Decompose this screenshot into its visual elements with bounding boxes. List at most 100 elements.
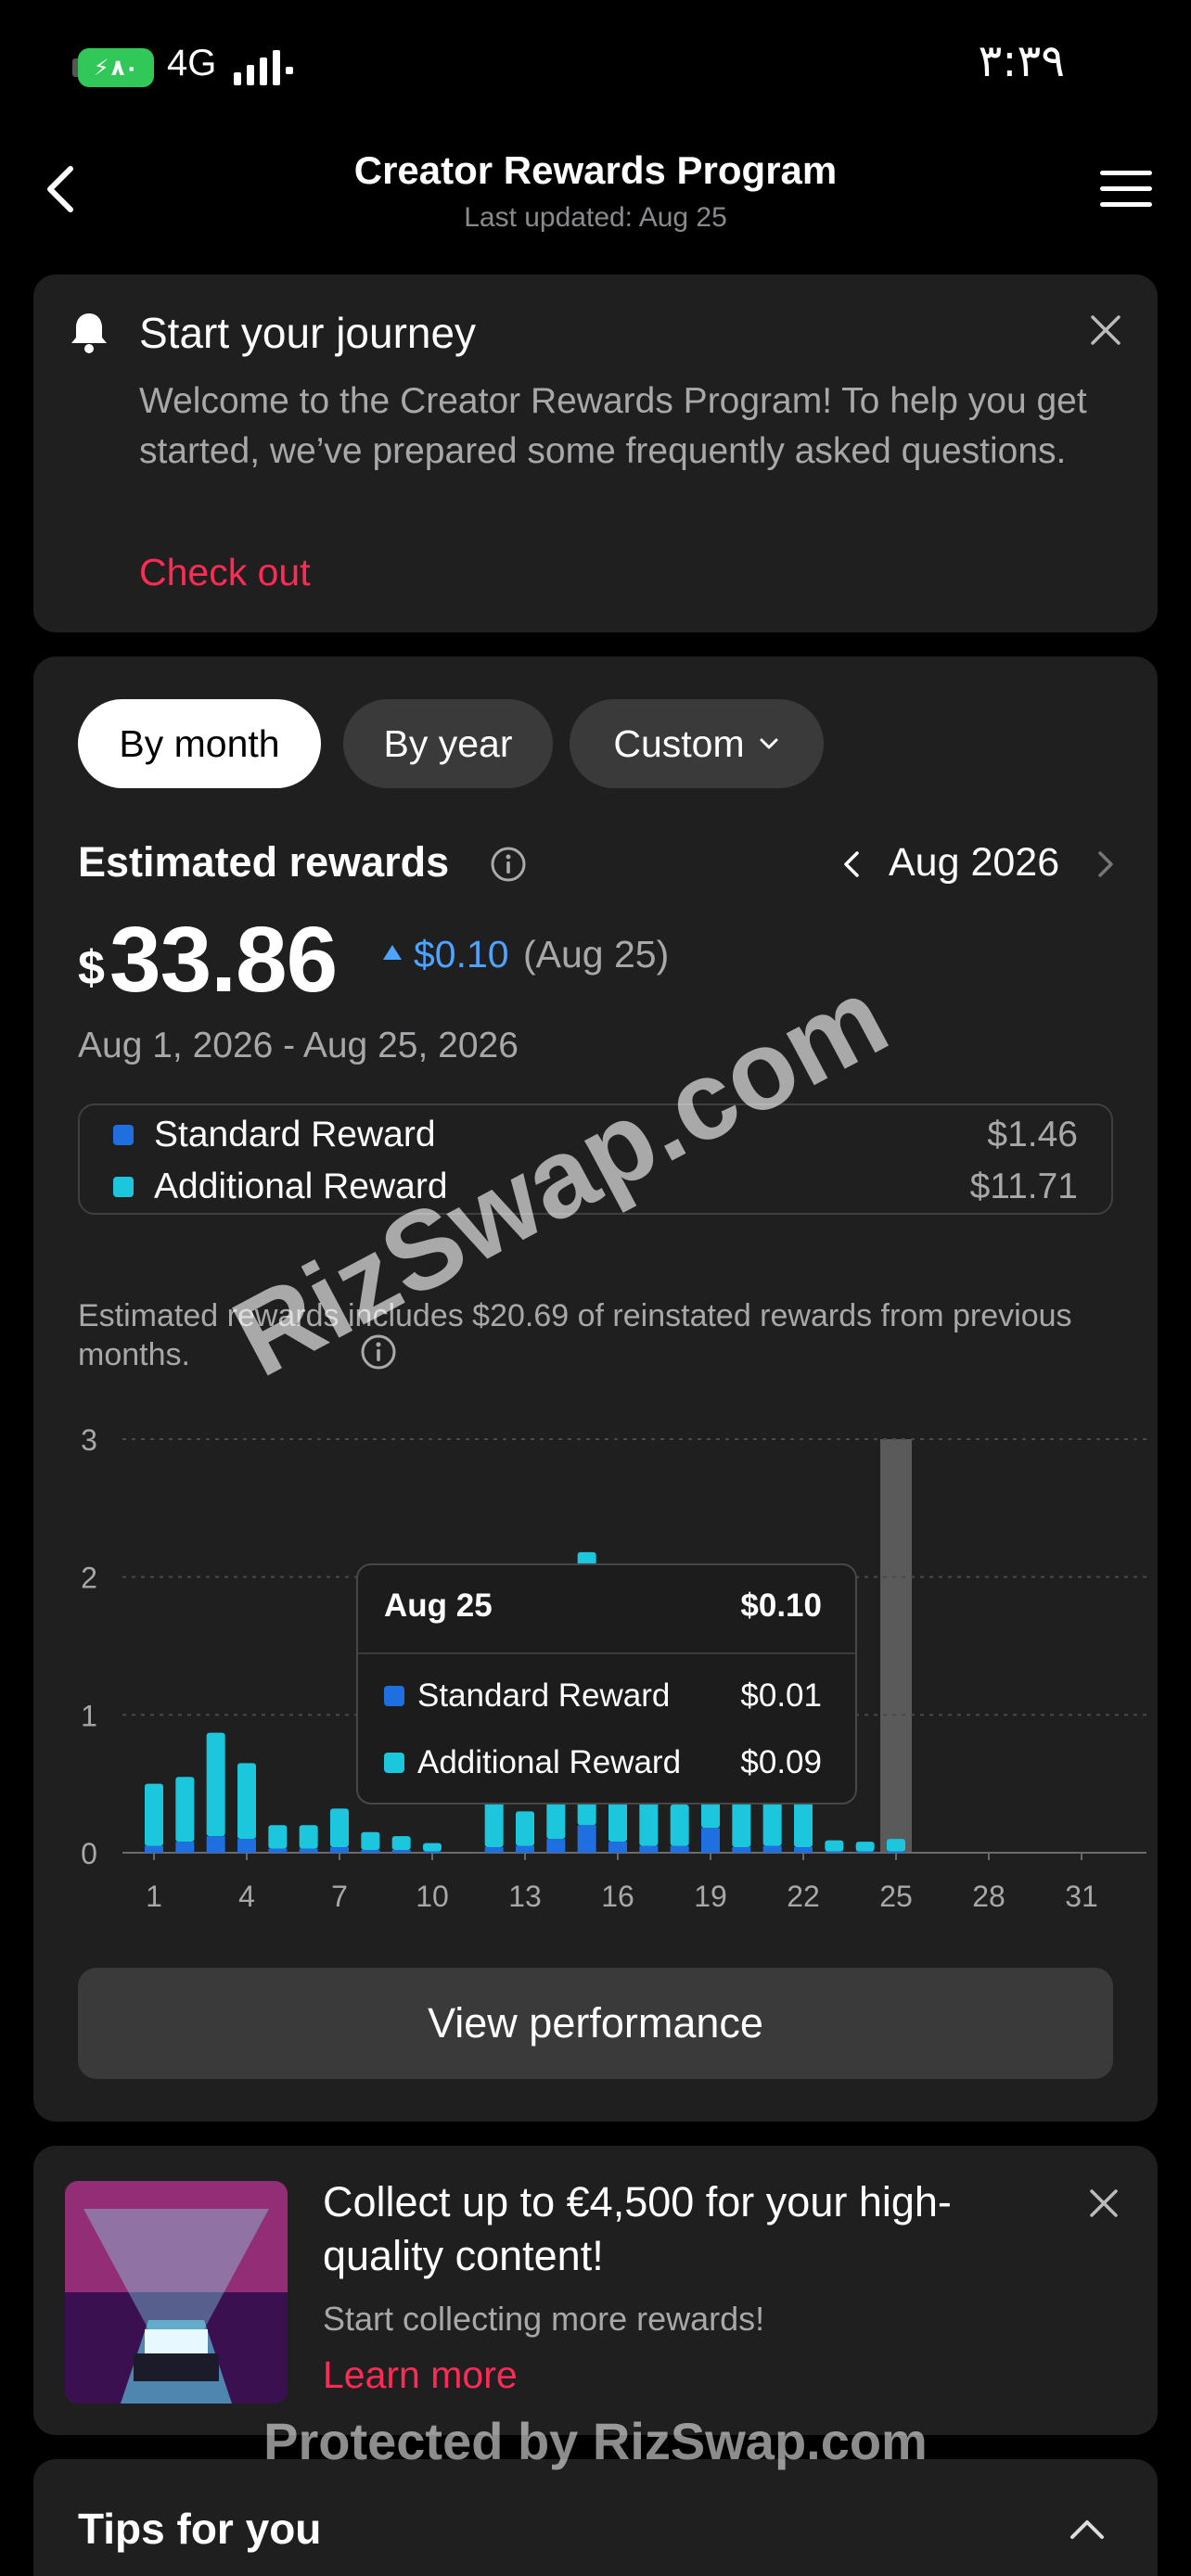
y-tick-label: 3 <box>81 1423 97 1457</box>
bar-additional <box>670 1804 689 1846</box>
promo-subtitle: Start collecting more rewards! <box>323 2300 765 2338</box>
tab-custom-dropdown[interactable]: Custom <box>570 699 824 788</box>
bar-standard <box>546 1839 566 1853</box>
view-performance-button[interactable]: View performance <box>78 1968 1113 2079</box>
battery-icon: ⚡ ٨٠ <box>78 48 154 87</box>
legend-name: Standard Reward <box>154 1115 436 1154</box>
bar-additional <box>206 1732 225 1837</box>
bell-icon <box>71 313 107 353</box>
info-icon[interactable] <box>490 846 527 883</box>
additional-swatch <box>113 1177 134 1197</box>
x-tick-label: 13 <box>508 1880 542 1913</box>
additional-swatch <box>384 1753 404 1773</box>
promo-thumbnail[interactable] <box>65 2181 288 2404</box>
status-clock: ٣:٣٩ <box>978 35 1065 87</box>
bar-additional <box>732 1797 751 1848</box>
bar-standard <box>577 1825 596 1853</box>
total-amount: 33.86 <box>109 908 338 1012</box>
last-updated-label: Last updated: Aug 25 <box>464 202 727 233</box>
x-tick-label: 31 <box>1065 1880 1098 1913</box>
reinstated-note: Estimated rewards includes $20.69 of rei… <box>78 1298 1072 1372</box>
page: ⚡ ٨٠ 4G ٣:٣٩ Creator Rewards Program Las… <box>0 0 1191 2576</box>
chevron-down-icon <box>760 738 778 749</box>
learn-more-link[interactable]: Learn more <box>323 2353 518 2397</box>
chevron-up-icon[interactable] <box>1069 2517 1106 2541</box>
bar-additional <box>391 1836 411 1851</box>
bar-standard <box>330 1847 349 1853</box>
bar-standard <box>391 1850 411 1853</box>
bar-standard <box>762 1845 782 1853</box>
bar-standard <box>516 1845 534 1853</box>
journey-banner: Start your journey Welcome to the Creato… <box>33 274 1158 632</box>
bar-standard <box>825 1851 844 1853</box>
x-tick-label: 22 <box>787 1880 820 1913</box>
bar-additional <box>855 1842 875 1852</box>
tooltip-row-name: Standard Reward <box>417 1677 671 1714</box>
info-icon[interactable] <box>360 1333 397 1371</box>
chevron-right-icon[interactable] <box>1095 848 1117 881</box>
promo-title: Collect up to €4,500 for your high-quali… <box>323 2178 952 2279</box>
bar-standard <box>268 1848 288 1853</box>
bar-additional <box>145 1783 163 1846</box>
x-tick-label: 25 <box>879 1880 913 1913</box>
tips-title: Tips for you <box>78 2505 322 2553</box>
x-tick-label: 10 <box>416 1880 449 1913</box>
reward-breakdown: Standard Reward $1.46 Additional Reward … <box>78 1103 1113 1215</box>
date-range: Aug 1, 2026 - Aug 25, 2026 <box>78 1026 519 1065</box>
legend-name: Additional Reward <box>154 1167 448 1206</box>
bar-additional <box>639 1797 659 1846</box>
highlight-column <box>880 1439 912 1853</box>
legend-value: $1.46 <box>987 1115 1078 1154</box>
tooltip-date: Aug 25 <box>384 1588 493 1624</box>
tab-by-month[interactable]: By month <box>78 699 321 788</box>
tooltip-row: Additional Reward $0.09 <box>384 1740 822 1786</box>
network-type: 4G <box>167 43 217 83</box>
bar-standard <box>794 1847 813 1853</box>
signal-strength-icon <box>234 50 293 85</box>
bar-standard <box>423 1851 442 1853</box>
triangle-up-icon <box>383 945 402 960</box>
x-tick-label: 28 <box>972 1880 1005 1913</box>
bar-additional <box>361 1831 380 1851</box>
bar-standard <box>206 1836 225 1853</box>
bar-standard <box>639 1845 659 1853</box>
bar-additional <box>794 1797 813 1848</box>
tooltip-row: Standard Reward $0.01 <box>384 1673 822 1719</box>
bar-standard <box>855 1851 875 1853</box>
chart-tooltip: Aug 25 $0.10 Standard Reward $0.01 Addit… <box>356 1563 857 1804</box>
check-out-link[interactable]: Check out <box>139 551 311 594</box>
hamburger-menu-icon[interactable] <box>1098 167 1154 211</box>
close-icon[interactable] <box>1089 2188 1119 2218</box>
legend-item: Additional Reward $11.71 <box>113 1163 1078 1211</box>
chevron-left-icon[interactable] <box>840 848 863 881</box>
bar-standard <box>732 1847 751 1853</box>
currency-symbol: $ <box>78 941 105 995</box>
tooltip-total: $0.10 <box>740 1588 822 1624</box>
y-tick-label: 0 <box>81 1837 97 1870</box>
bar-additional <box>825 1840 844 1852</box>
bar-standard <box>608 1842 627 1853</box>
tips-section: Tips for you <box>33 2459 1158 2576</box>
charging-bolt-icon: ⚡ <box>93 55 109 81</box>
bar-standard <box>361 1850 380 1853</box>
estimated-rewards-title: Estimated rewards <box>78 838 450 886</box>
x-tick-label: 16 <box>601 1880 634 1913</box>
standard-swatch <box>113 1125 134 1145</box>
bar-additional <box>516 1811 534 1846</box>
legend-item: Standard Reward $1.46 <box>113 1111 1078 1159</box>
close-icon[interactable] <box>1089 313 1122 347</box>
delta-date: (Aug 25) <box>523 933 670 976</box>
tooltip-row-value: $0.01 <box>740 1677 822 1714</box>
tab-by-year[interactable]: By year <box>343 699 553 788</box>
journey-title: Start your journey <box>139 309 477 357</box>
bar-standard <box>701 1828 720 1853</box>
standard-swatch <box>384 1686 404 1706</box>
y-tick-label: 1 <box>81 1699 97 1732</box>
bar-additional <box>299 1825 318 1849</box>
battery-level: ٨٠ <box>110 55 139 81</box>
bar-additional <box>237 1763 256 1840</box>
bar-additional <box>423 1843 442 1852</box>
page-title: Creator Rewards Program <box>353 148 838 192</box>
x-tick-label: 7 <box>331 1880 348 1913</box>
bar-additional <box>330 1808 349 1848</box>
